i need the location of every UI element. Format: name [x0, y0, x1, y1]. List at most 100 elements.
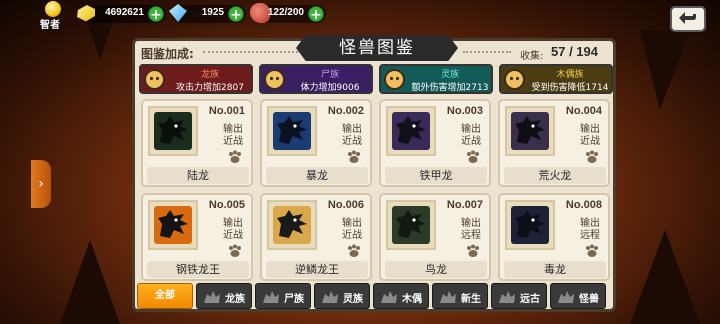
player-title: 智者	[40, 20, 60, 31]
monster-card[interactable]: No.002 输出 近战 暴龙	[260, 99, 372, 187]
paw-icon	[586, 150, 598, 163]
filter-tab[interactable]: 新生	[432, 283, 488, 309]
bonus-name: 木偶族	[556, 70, 584, 80]
bonus-banner: 木偶族受到伤害降低1714	[499, 64, 613, 94]
filter-tab[interactable]: 灵族	[314, 283, 370, 309]
return-arrow-icon	[679, 12, 696, 24]
chevron-right-icon: ›	[38, 176, 44, 192]
gold-counter: 4692621 +	[77, 5, 166, 23]
bonus-banner: 龙族 攻击力增加2807	[139, 64, 253, 94]
bonus-desc: 体力增加9006	[300, 83, 360, 93]
monster-name: 钢铁龙王	[147, 261, 249, 278]
monster-silhouette	[158, 116, 188, 144]
paw-icon	[348, 244, 360, 257]
bonus-banner: 灵族额外伤害增加2713	[379, 64, 493, 94]
monster-range: 近战	[223, 230, 243, 241]
filter-tab-label: 远古	[520, 294, 540, 305]
monster-name: 铁甲龙	[385, 167, 487, 184]
tribe-face-icon	[264, 69, 285, 90]
monster-portrait	[148, 200, 198, 250]
paw-icon	[229, 150, 241, 163]
filter-tab-label: 新生	[461, 294, 481, 305]
gold-icon	[77, 5, 95, 22]
gem-icon	[169, 4, 187, 22]
bonus-name: 灵族	[440, 70, 459, 80]
tribe-emblem-icon	[381, 291, 397, 303]
monster-name: 暴龙	[266, 167, 368, 184]
filter-tab-label: 灵族	[343, 294, 363, 305]
monster-range: 远程	[580, 230, 600, 241]
monster-card[interactable]: No.008 输出 远程 毒龙	[498, 193, 610, 281]
monster-range: 近战	[342, 136, 362, 147]
monster-name: 毒龙	[504, 261, 606, 278]
monster-card[interactable]: No.001 输出 近战 陆龙	[141, 99, 253, 187]
side-drawer-toggle[interactable]: ›	[31, 160, 51, 208]
monster-silhouette	[277, 210, 307, 238]
cave-stalactite	[640, 30, 690, 110]
gem-value: 1925	[201, 7, 224, 18]
add-gold-button[interactable]: +	[148, 6, 164, 23]
filter-tab[interactable]: 尸族	[255, 283, 311, 309]
monster-card[interactable]: No.004 输出 近战 荒火龙	[498, 99, 610, 187]
add-stamina-button[interactable]: +	[308, 6, 324, 23]
stamina-value: 122/200	[267, 7, 304, 18]
gem-counter: 1925 +	[169, 4, 246, 23]
tribe-face-icon	[144, 69, 165, 90]
monster-name: 逆鳞龙王	[266, 261, 368, 278]
tribe-face-icon	[504, 69, 525, 90]
monster-name: 鸟龙	[385, 261, 487, 278]
monster-range: 近战	[223, 136, 243, 147]
bonus-banner: 尸族体力增加9006	[259, 64, 373, 94]
tribe-emblem-icon	[440, 291, 456, 303]
monster-card[interactable]: No.003 输出 近战 铁甲龙	[379, 99, 491, 187]
tribe-emblem-icon	[204, 291, 220, 303]
monster-card[interactable]: No.007 输出 远程 鸟龙	[379, 193, 491, 281]
filter-tabs: 全部 龙族 尸族 灵族 木偶 新生 远古 怪兽	[137, 283, 613, 309]
monster-range: 近战	[580, 136, 600, 147]
player-avatar[interactable]: 智者	[40, 1, 66, 31]
lightbulb-icon	[45, 1, 61, 17]
panel-title: 怪兽图鉴	[296, 35, 458, 61]
add-gem-button[interactable]: +	[228, 6, 244, 23]
filter-tab[interactable]: 远古	[491, 283, 547, 309]
collect-value: 57 / 194	[551, 44, 598, 59]
bonus-name: 尸族	[320, 70, 339, 80]
monster-card[interactable]: No.006 输出 近战 逆鳞龙王	[260, 193, 372, 281]
monster-number: No.005	[208, 199, 245, 211]
tribe-emblem-icon	[558, 291, 574, 303]
bonus-label: 图鉴加成:	[141, 47, 194, 61]
filter-tab[interactable]: 龙族	[196, 283, 252, 309]
monster-silhouette	[396, 210, 426, 238]
back-button[interactable]	[670, 6, 706, 32]
paw-icon	[229, 244, 241, 257]
filter-tab-label: 怪兽	[579, 294, 599, 305]
monster-number: No.001	[208, 105, 245, 117]
monster-codex-panel: 怪兽图鉴 图鉴加成: 收集: 57 / 194 龙族 攻击力增加2807 尸族 体力增…	[132, 35, 616, 312]
filter-tab[interactable]: 怪兽	[550, 283, 606, 309]
monster-range: 远程	[461, 230, 481, 241]
tribe-emblem-icon	[499, 291, 515, 303]
monster-portrait	[386, 106, 436, 156]
filter-tab[interactable]: 木偶	[373, 283, 429, 309]
monster-portrait	[148, 106, 198, 156]
monster-name: 荒火龙	[504, 167, 606, 184]
filter-tab-label: 龙族	[225, 294, 245, 305]
monster-silhouette	[515, 210, 545, 238]
monster-portrait	[505, 106, 555, 156]
bonus-desc: 额外伤害增加2713	[411, 83, 489, 93]
monster-portrait	[386, 200, 436, 250]
bonus-desc: 受到伤害降低1714	[531, 83, 609, 93]
paw-icon	[348, 150, 360, 163]
divider	[203, 51, 298, 53]
monster-number: No.007	[446, 199, 483, 211]
filter-tab[interactable]: 全部	[137, 283, 193, 309]
monster-range: 近战	[342, 230, 362, 241]
tribe-emblem-icon	[263, 291, 279, 303]
monster-number: No.008	[565, 199, 602, 211]
filter-tab-label: 尸族	[284, 294, 304, 305]
monster-number: No.003	[446, 105, 483, 117]
collect-label: 收集:	[520, 51, 544, 62]
monster-card[interactable]: No.005 输出 近战 钢铁龙王	[141, 193, 253, 281]
cave-stalagmite	[630, 230, 700, 324]
monster-silhouette	[515, 116, 545, 144]
